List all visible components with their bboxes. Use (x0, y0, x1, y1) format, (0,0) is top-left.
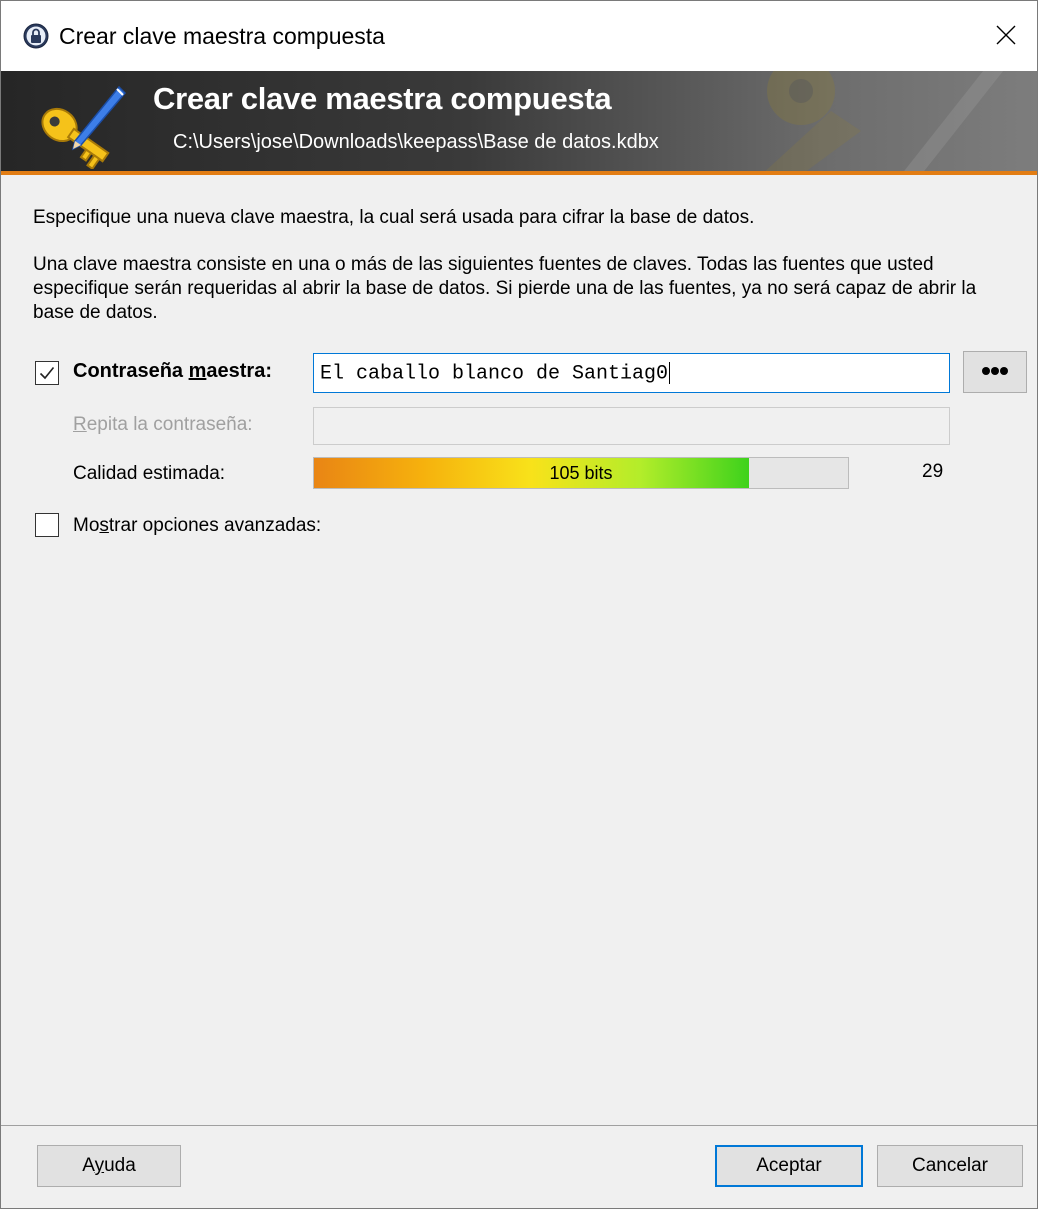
show-advanced-checkbox[interactable] (35, 513, 59, 537)
close-icon (996, 25, 1016, 45)
intro-text: Especifique una nueva clave maestra, la … (33, 207, 755, 228)
database-path: C:\Users\jose\Downloads\keepass\Base de … (173, 131, 659, 153)
intro-description: Una clave maestra consiste en una o más … (33, 254, 977, 323)
quality-progress-bar: 105 bits (313, 457, 849, 489)
quality-label: Calidad estimada: (73, 463, 226, 484)
text-caret (669, 362, 671, 384)
help-button[interactable]: Ayuda (37, 1145, 181, 1187)
dialog-footer: Ayuda Aceptar Cancelar (1, 1125, 1037, 1208)
title-bar: Crear clave maestra compuesta (1, 1, 1037, 71)
repeat-password-label: Repita la contraseña: (73, 414, 253, 435)
ellipsis-icon (982, 367, 1008, 375)
show-advanced-label: Mostrar opciones avanzadas: (73, 515, 322, 536)
keepass-lock-icon (23, 23, 49, 49)
master-password-label: Contraseña maestra: (73, 360, 272, 382)
quality-bits-text: 105 bits (549, 463, 613, 483)
password-length: 29 (922, 461, 944, 482)
header-banner: Crear clave maestra compuesta C:\Users\j… (1, 71, 1037, 175)
ok-button[interactable]: Aceptar (715, 1145, 863, 1187)
cancel-button[interactable]: Cancelar (877, 1145, 1023, 1187)
window-title: Crear clave maestra compuesta (59, 23, 385, 49)
master-password-input[interactable]: El caballo blanco de Santiag0 (313, 353, 950, 393)
toggle-password-visibility-button[interactable] (963, 351, 1027, 393)
master-password-checkbox[interactable] (35, 361, 59, 385)
repeat-password-input[interactable] (313, 407, 950, 445)
create-master-key-dialog: Crear clave maestra compuesta Crear clav… (0, 0, 1038, 1209)
checkmark-icon (39, 366, 55, 380)
close-button[interactable] (977, 1, 1037, 71)
banner-title: Crear clave maestra compuesta (153, 81, 612, 116)
key-pen-icon (41, 85, 127, 169)
